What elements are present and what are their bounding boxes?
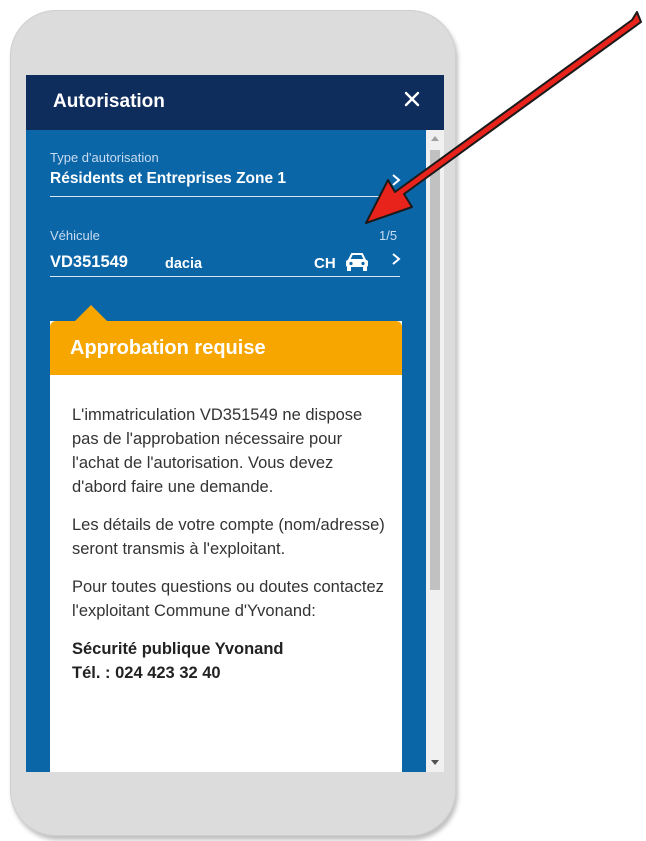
vehicle-plate: VD351549: [50, 253, 128, 271]
vehicle-label: Véhicule: [50, 228, 100, 243]
field-underline: [50, 276, 400, 277]
dialog-title: Autorisation: [53, 91, 165, 112]
approval-paragraph: Pour toutes questions ou doutes contacte…: [72, 578, 384, 620]
card-pointer: [75, 305, 107, 321]
approval-paragraph: Les détails de votre compte (nom/adresse…: [72, 516, 385, 558]
authorization-type-value: Résidents et Entreprises Zone 1: [50, 170, 287, 187]
approval-card-body: L'immatriculation VD351549 ne dispose pa…: [72, 403, 392, 685]
vehicle-country: CH: [314, 255, 336, 272]
annotation-arrow-icon: [365, 11, 642, 224]
approval-card-header: Approbation requise: [50, 321, 402, 375]
approval-card: Approbation requise L'immatriculation VD…: [50, 321, 402, 772]
authorization-type-label: Type d'autorisation: [50, 150, 159, 165]
approval-card-title: Approbation requise: [70, 337, 266, 359]
chevron-right-icon: [392, 253, 401, 265]
contact-phone[interactable]: Tél. : 024 423 32 40: [72, 661, 392, 685]
field-underline: [50, 196, 400, 197]
car-icon: [346, 253, 368, 271]
scroll-down-arrow[interactable]: [431, 760, 439, 765]
approval-paragraph: L'immatriculation VD351549 ne dispose pa…: [72, 406, 363, 496]
contact-name: Sécurité publique Yvonand: [72, 640, 284, 658]
vehicle-model: dacia: [165, 256, 203, 272]
